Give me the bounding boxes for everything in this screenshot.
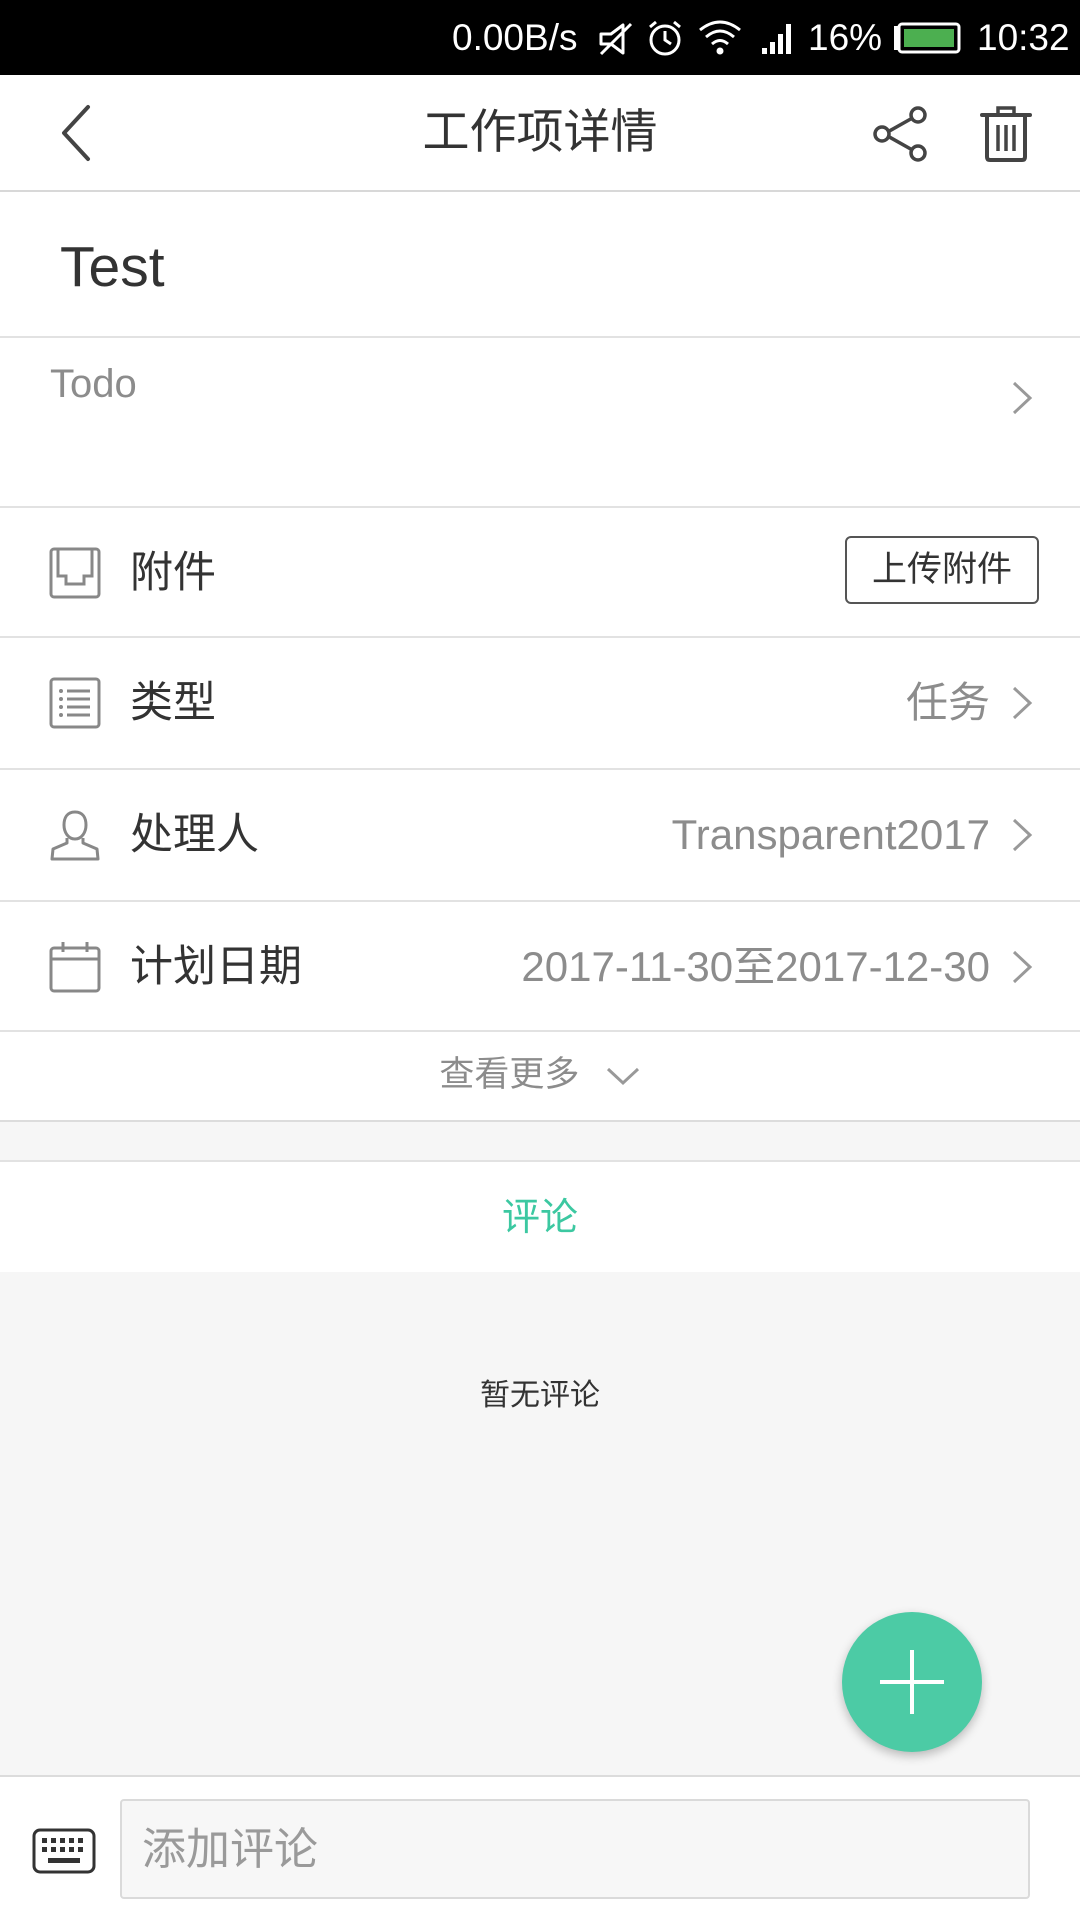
- comment-bar: [0, 1775, 1080, 1922]
- battery-icon: [894, 22, 961, 54]
- chevron-down-icon: [606, 1067, 639, 1086]
- plus-icon: [880, 1650, 944, 1714]
- empty-comments-text: 暂无评论: [480, 1378, 600, 1413]
- chevron-right-icon: [1012, 686, 1033, 720]
- calendar-icon: [49, 942, 101, 993]
- type-label: 类型: [130, 678, 216, 728]
- assignee-row[interactable]: 处理人 Transparent2017: [0, 770, 1080, 900]
- back-icon[interactable]: [56, 103, 96, 163]
- chevron-right-icon: [1012, 950, 1033, 984]
- add-button[interactable]: [842, 1612, 982, 1752]
- task-details: Test Todo 附件 上传附件 类型 任务 处理人 Transparent2…: [0, 192, 1080, 1120]
- network-speed: 0.00B/s: [452, 17, 578, 58]
- plan-date-label: 计划日期: [130, 942, 302, 992]
- app-header: 工作项详情: [0, 75, 1080, 192]
- wifi-icon: [699, 20, 741, 55]
- status-bar: 0.00B/s 16% 10:32: [0, 0, 1080, 75]
- task-status-row[interactable]: Todo: [0, 338, 1080, 498]
- attachment-label: 附件: [130, 548, 216, 598]
- clock: 10:32: [977, 17, 1070, 58]
- plan-date-row[interactable]: 计划日期 2017-11-30至2017-12-30: [0, 902, 1080, 1032]
- divider: [0, 1120, 1080, 1122]
- assignee-value: Transparent2017: [671, 811, 990, 858]
- mute-icon: [599, 22, 633, 56]
- type-row[interactable]: 类型 任务: [0, 638, 1080, 768]
- battery-percent: 16%: [808, 17, 883, 58]
- assignee-label: 处理人: [130, 810, 259, 860]
- task-status: Todo: [50, 362, 137, 406]
- person-icon: [50, 810, 100, 861]
- delete-icon[interactable]: [978, 103, 1034, 163]
- chevron-right-icon: [1012, 818, 1033, 852]
- tray-icon: [49, 547, 101, 599]
- list-icon: [49, 677, 101, 729]
- see-more-label: 查看更多: [439, 1055, 580, 1095]
- share-icon[interactable]: [872, 105, 930, 163]
- upload-attachment-button[interactable]: 上传附件: [845, 536, 1039, 604]
- comment-input[interactable]: [120, 1799, 1030, 1899]
- tab-comments[interactable]: 评论: [0, 1162, 1080, 1272]
- comments-section-header: 评论: [0, 1160, 1080, 1272]
- chevron-right-icon: [1012, 381, 1033, 415]
- see-more-button[interactable]: 查看更多: [0, 1030, 1080, 1120]
- keyboard-icon[interactable]: [32, 1828, 96, 1874]
- plan-date-value: 2017-11-30至2017-12-30: [521, 943, 990, 990]
- task-title[interactable]: Test: [60, 234, 165, 300]
- alarm-icon: [649, 20, 681, 56]
- type-value: 任务: [905, 679, 990, 726]
- attachment-row: 附件 上传附件: [0, 508, 1080, 638]
- signal-icon: [762, 24, 791, 54]
